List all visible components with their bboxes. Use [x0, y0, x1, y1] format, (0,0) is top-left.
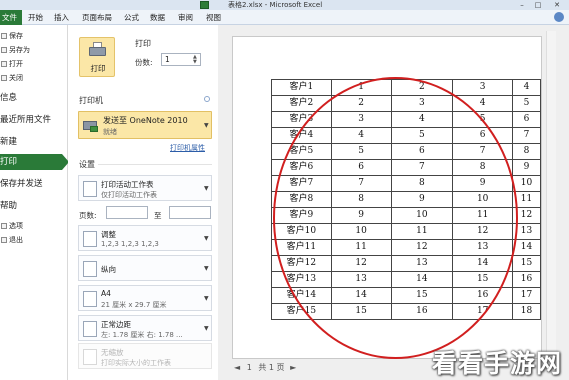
- nav-item-open[interactable]: 打开: [0, 57, 23, 71]
- pages-from-input[interactable]: [106, 206, 148, 219]
- print-button[interactable]: 打印: [79, 37, 115, 77]
- onenote-printer-icon: [83, 117, 99, 133]
- chevron-down-icon: ▼: [204, 122, 209, 129]
- window-title: 表格2.xlsx - Microsoft Excel: [228, 1, 323, 9]
- title-bar: 表格2.xlsx - Microsoft Excel – □ ✕: [0, 0, 569, 10]
- page-number[interactable]: 1: [247, 363, 252, 372]
- tab-data[interactable]: 数据: [150, 10, 165, 25]
- print-settings-panel: 打印 打印 份数: 1 ▲ ▼ 打印机 发送至 OneNote 2010 就绪 ▼…: [68, 25, 218, 380]
- print-heading: 打印: [135, 39, 151, 48]
- paper-icon: [83, 291, 97, 307]
- print-preview: 客户1 1 2 3 4 客户2 2 3 4 5 客户3 3 4 5 6 客户4 4 5 6 7 客户5 5 6 7 8 客户6 6 7…: [218, 25, 569, 380]
- value-cell: 15: [512, 255, 541, 272]
- orientation-dropdown[interactable]: 纵向 ▼: [78, 255, 212, 281]
- chevron-down-icon: ▼: [204, 265, 209, 272]
- chevron-down-icon: ▼: [204, 295, 209, 302]
- tab-formulas[interactable]: 公式: [124, 10, 139, 25]
- scaling-dropdown[interactable]: 无缩放 打印实际大小的工作表: [78, 343, 212, 369]
- printer-dropdown[interactable]: 发送至 OneNote 2010 就绪 ▼: [78, 111, 212, 139]
- tab-review[interactable]: 审阅: [178, 10, 193, 25]
- value-cell: 3: [452, 79, 514, 96]
- printer-status: 就绪: [103, 128, 117, 136]
- copies-input[interactable]: 1 ▲ ▼: [161, 53, 201, 66]
- page-navigator: ◄ 1 共 1 页 ►: [234, 362, 296, 373]
- value-cell: 6: [512, 111, 541, 128]
- nav-item-options[interactable]: 选项: [0, 219, 23, 233]
- tab-file[interactable]: 文件: [0, 10, 22, 25]
- next-page-icon[interactable]: ►: [290, 363, 296, 372]
- value-cell: 10: [512, 175, 541, 192]
- printer-properties-link[interactable]: 打印机属性: [170, 143, 205, 153]
- maximize-button[interactable]: □: [531, 0, 545, 10]
- portrait-icon: [83, 261, 97, 277]
- nav-item-save-send[interactable]: 保存并发送: [0, 177, 43, 191]
- minimize-button[interactable]: –: [515, 0, 529, 10]
- value-cell: 4: [512, 79, 541, 96]
- customer-cell: 客户1: [271, 79, 332, 96]
- watermark-text: 看看手游网: [432, 349, 563, 378]
- nav-item-help[interactable]: 帮助: [0, 199, 17, 213]
- copies-spinner[interactable]: ▲ ▼: [193, 55, 199, 65]
- close-file-icon: [1, 75, 7, 81]
- collate-dropdown[interactable]: 调整 1,2,3 1,2,3 1,2,3 ▼: [78, 225, 212, 251]
- tab-insert[interactable]: 插入: [54, 10, 69, 25]
- info-icon[interactable]: [204, 96, 210, 102]
- nav-item-recent[interactable]: 最近所用文件: [0, 113, 51, 127]
- tab-page-layout[interactable]: 页面布局: [82, 10, 112, 25]
- value-cell: 8: [512, 143, 541, 160]
- printer-heading: 打印机: [79, 96, 103, 105]
- open-folder-icon: [1, 61, 7, 67]
- nav-item-close[interactable]: 关闭: [0, 71, 23, 85]
- ribbon-tabs: 文件 开始 插入 页面布局 公式 数据 审阅 视图: [0, 10, 569, 25]
- value-cell: 17: [512, 287, 541, 304]
- nav-item-save[interactable]: 保存: [0, 29, 23, 43]
- pages-label: 页数:: [79, 211, 97, 220]
- tab-view[interactable]: 视图: [206, 10, 221, 25]
- divider: [98, 164, 212, 165]
- prev-page-icon[interactable]: ◄: [234, 363, 240, 372]
- chevron-down-icon: ▼: [204, 235, 209, 242]
- scaling-icon: [83, 349, 97, 365]
- options-icon: [1, 223, 7, 229]
- value-cell: 18: [512, 303, 541, 320]
- excel-window: 表格2.xlsx - Microsoft Excel – □ ✕ 文件 开始 插…: [0, 0, 569, 380]
- exit-icon: [1, 237, 7, 243]
- value-cell: 16: [512, 271, 541, 288]
- value-cell: 9: [512, 159, 541, 176]
- preview-vertical-scrollbar[interactable]: [546, 31, 556, 364]
- settings-heading: 设置: [79, 160, 95, 169]
- pages-to-input[interactable]: [169, 206, 211, 219]
- nav-item-new[interactable]: 新建: [0, 135, 17, 149]
- printer-icon: [89, 42, 106, 58]
- print-what-dropdown[interactable]: 打印活动工作表 仅打印活动工作表 ▼: [78, 175, 212, 201]
- chevron-down-icon: ▼: [204, 325, 209, 332]
- pages-to-label: 至: [154, 211, 162, 220]
- value-cell: 7: [512, 127, 541, 144]
- collate-icon: [83, 231, 97, 247]
- margins-icon: [83, 321, 97, 337]
- value-cell: 5: [512, 95, 541, 112]
- save-as-icon: [1, 47, 7, 53]
- excel-logo-icon: [200, 1, 209, 9]
- copies-label: 份数:: [135, 58, 153, 67]
- printer-name: 发送至 OneNote 2010: [103, 116, 188, 125]
- close-window-button[interactable]: ✕: [550, 0, 564, 10]
- nav-item-print[interactable]: 打印: [0, 154, 62, 170]
- help-icon[interactable]: [554, 12, 564, 22]
- value-cell: 14: [512, 239, 541, 256]
- paper-size-dropdown[interactable]: A4 21 厘米 x 29.7 厘米 ▼: [78, 285, 212, 311]
- chevron-down-icon: ▼: [204, 185, 209, 192]
- sheet-icon: [83, 181, 97, 197]
- backstage-nav: 保存 另存为 打开 关闭 信息 最近所用文件 新建 打印 保存并发送 帮助 选项…: [0, 25, 69, 380]
- nav-item-save-as[interactable]: 另存为: [0, 43, 30, 57]
- tab-home[interactable]: 开始: [28, 10, 43, 25]
- highlight-circle: [273, 77, 518, 359]
- page-total: 共 1 页: [258, 363, 285, 372]
- preview-page: 客户1 1 2 3 4 客户2 2 3 4 5 客户3 3 4 5 6 客户4 4 5 6 7 客户5 5 6 7 8 客户6 6 7…: [232, 36, 542, 359]
- margins-dropdown[interactable]: 正常边距 左: 1.78 厘米 右: 1.78 ... ▼: [78, 315, 212, 341]
- save-icon: [1, 33, 7, 39]
- nav-item-exit[interactable]: 退出: [0, 233, 23, 247]
- nav-item-info[interactable]: 信息: [0, 91, 17, 105]
